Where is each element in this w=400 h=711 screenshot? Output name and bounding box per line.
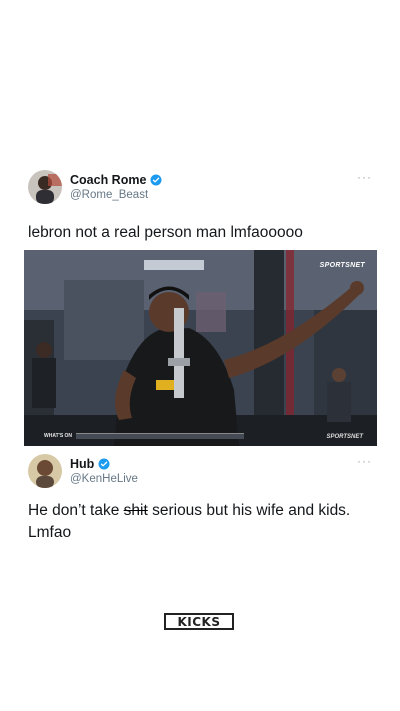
- user-block: Hub @KenHeLive: [70, 457, 138, 485]
- tweet-original[interactable]: Coach Rome @Rome_Beast ··· lebron not a …: [28, 168, 376, 244]
- tweet-header: Hub @KenHeLive ···: [28, 452, 376, 490]
- avatar[interactable]: [28, 170, 62, 204]
- kicks-logo: KICKS: [164, 613, 234, 630]
- ticker-bar: [76, 433, 244, 439]
- verified-badge-icon: [150, 174, 162, 186]
- broadcast-logo-bottom: SPORTSNET: [326, 434, 363, 440]
- video-frame-image: [24, 250, 377, 446]
- name-row: Coach Rome: [70, 173, 162, 187]
- tweet-text-struck: shit: [123, 502, 148, 519]
- user-block: Coach Rome @Rome_Beast: [70, 173, 162, 201]
- handle[interactable]: @Rome_Beast: [70, 189, 162, 201]
- news-ticker: WHAT'S ON: [44, 432, 244, 440]
- more-icon[interactable]: ···: [357, 454, 372, 468]
- display-name[interactable]: Coach Rome: [70, 173, 146, 187]
- page: Coach Rome @Rome_Beast ··· lebron not a …: [0, 0, 400, 711]
- more-icon[interactable]: ···: [357, 170, 372, 184]
- verified-badge-icon: [98, 458, 110, 470]
- tweet-text: lebron not a real person man lmfaooooo: [28, 224, 303, 241]
- ticker-label: WHAT'S ON: [44, 433, 73, 439]
- broadcast-logo: SPORTSNET: [319, 262, 365, 269]
- tweet-header: Coach Rome @Rome_Beast ···: [28, 168, 376, 206]
- name-row: Hub: [70, 457, 138, 471]
- tweet-text: He don’t take shit serious but his wife …: [28, 500, 376, 544]
- avatar[interactable]: [28, 454, 62, 488]
- video-player[interactable]: SPORTSNET WHAT'S ON SPORTSNET: [24, 250, 377, 446]
- handle[interactable]: @KenHeLive: [70, 473, 138, 485]
- tweet-reply[interactable]: Hub @KenHeLive ··· He don’t take shit se…: [28, 452, 376, 544]
- display-name[interactable]: Hub: [70, 457, 94, 471]
- tweet-text-start: He don’t take: [28, 502, 124, 519]
